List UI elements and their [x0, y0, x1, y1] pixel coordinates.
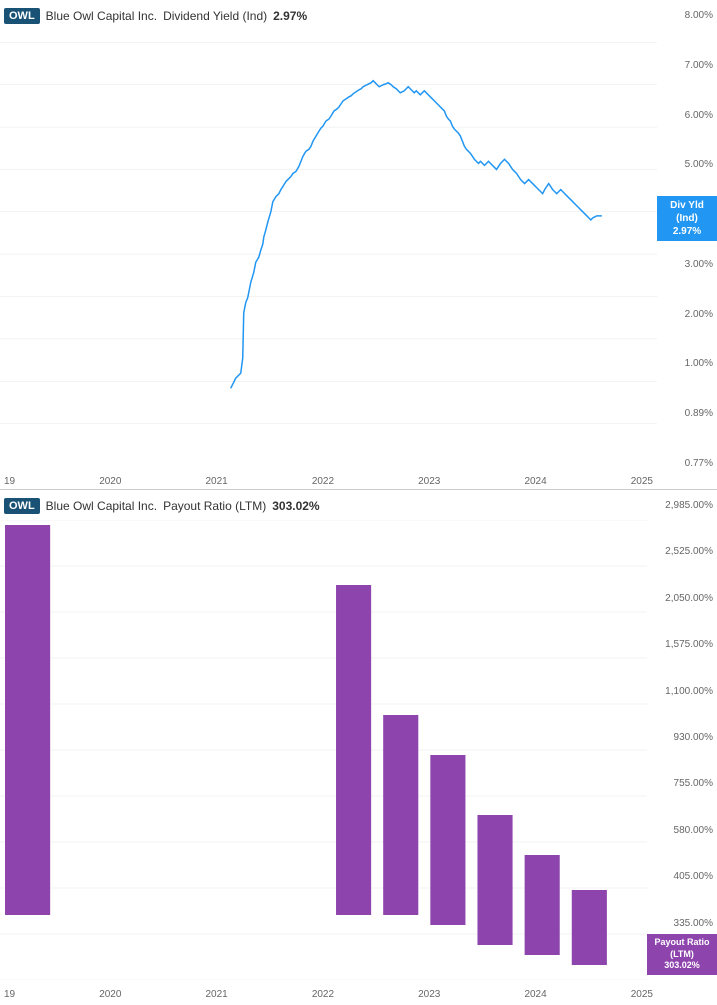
bottom-x-2022: 2022: [312, 989, 334, 1000]
bar-2023a: [336, 585, 371, 915]
y-label-7: 7.00%: [657, 60, 713, 71]
y-label-3: 3.00%: [657, 259, 713, 270]
x-label-2022: 2022: [312, 476, 334, 487]
y-label-930: 930.00%: [647, 732, 713, 743]
bottom-x-2023: 2023: [418, 989, 440, 1000]
y-label-089: 0.89%: [657, 408, 713, 419]
y-label-6: 6.00%: [657, 110, 713, 121]
bottom-x-2025: 2025: [631, 989, 653, 1000]
y-label-1100: 1,100.00%: [647, 686, 713, 697]
bar-2024b: [477, 815, 512, 945]
y-label-2: 2.00%: [657, 309, 713, 320]
top-metric-name: Dividend Yield (Ind): [163, 9, 267, 23]
x-label-2025: 2025: [631, 476, 653, 487]
y-label-405: 405.00%: [647, 871, 713, 882]
bottom-axis-badge: Payout Ratio (LTM) 303.02%: [647, 934, 717, 975]
y-label-755: 755.00%: [647, 778, 713, 789]
x-label-2023: 2023: [418, 476, 440, 487]
top-chart-header: OWL Blue Owl Capital Inc. Dividend Yield…: [4, 8, 307, 24]
bottom-x-2020: 2020: [99, 989, 121, 1000]
bottom-ticker-badge: OWL: [4, 498, 40, 514]
y-label-2525: 2,525.00%: [647, 546, 713, 557]
y-label-2985: 2,985.00%: [647, 500, 713, 511]
top-ticker-badge: OWL: [4, 8, 40, 24]
bar-2023b: [383, 715, 418, 915]
y-label-2050: 2,050.00%: [647, 593, 713, 604]
x-label-2021: 2021: [206, 476, 228, 487]
x-label-19: 19: [4, 476, 15, 487]
top-x-axis: 19 2020 2021 2022 2023 2024 2025: [4, 476, 653, 487]
bottom-x-axis: 19 2020 2021 2022 2023 2024 2025: [4, 989, 653, 1000]
y-label-5: 5.00%: [657, 159, 713, 170]
dividend-yield-svg: [0, 0, 657, 469]
bottom-y-axis: 2,985.00% 2,525.00% 2,050.00% 1,575.00% …: [647, 490, 717, 1005]
payout-ratio-chart: OWL Blue Owl Capital Inc. Payout Ratio (…: [0, 490, 717, 1005]
y-label-8: 8.00%: [657, 10, 713, 21]
bar-2024a: [430, 755, 465, 925]
top-company-name: Blue Owl Capital Inc.: [46, 9, 157, 23]
bottom-x-19: 19: [4, 989, 15, 1000]
bar-2024c: [525, 855, 560, 955]
x-label-2024: 2024: [524, 476, 546, 487]
top-y-axis: 8.00% 7.00% 6.00% 5.00% 4.00% 3.00% 2.00…: [657, 0, 717, 489]
bottom-metric-name: Payout Ratio (LTM): [163, 499, 266, 513]
main-container: OWL Blue Owl Capital Inc. Dividend Yield…: [0, 0, 717, 1005]
bar-2024d: [572, 890, 607, 965]
top-axis-badge: Div Yld (Ind) 2.97%: [657, 196, 717, 241]
y-label-580: 580.00%: [647, 825, 713, 836]
top-metric-value: 2.97%: [273, 9, 307, 23]
bottom-metric-value: 303.02%: [272, 499, 319, 513]
payout-ratio-svg: [0, 520, 647, 980]
bottom-x-2021: 2021: [206, 989, 228, 1000]
bottom-company-name: Blue Owl Capital Inc.: [46, 499, 157, 513]
bar-2019: [5, 525, 50, 915]
x-label-2020: 2020: [99, 476, 121, 487]
y-label-077: 0.77%: [657, 458, 713, 469]
bottom-chart-header: OWL Blue Owl Capital Inc. Payout Ratio (…: [4, 498, 320, 514]
y-label-1575: 1,575.00%: [647, 639, 713, 650]
dividend-yield-chart: OWL Blue Owl Capital Inc. Dividend Yield…: [0, 0, 717, 490]
bottom-x-2024: 2024: [524, 989, 546, 1000]
y-label-335: 335.00%: [647, 918, 713, 929]
y-label-1: 1.00%: [657, 358, 713, 369]
